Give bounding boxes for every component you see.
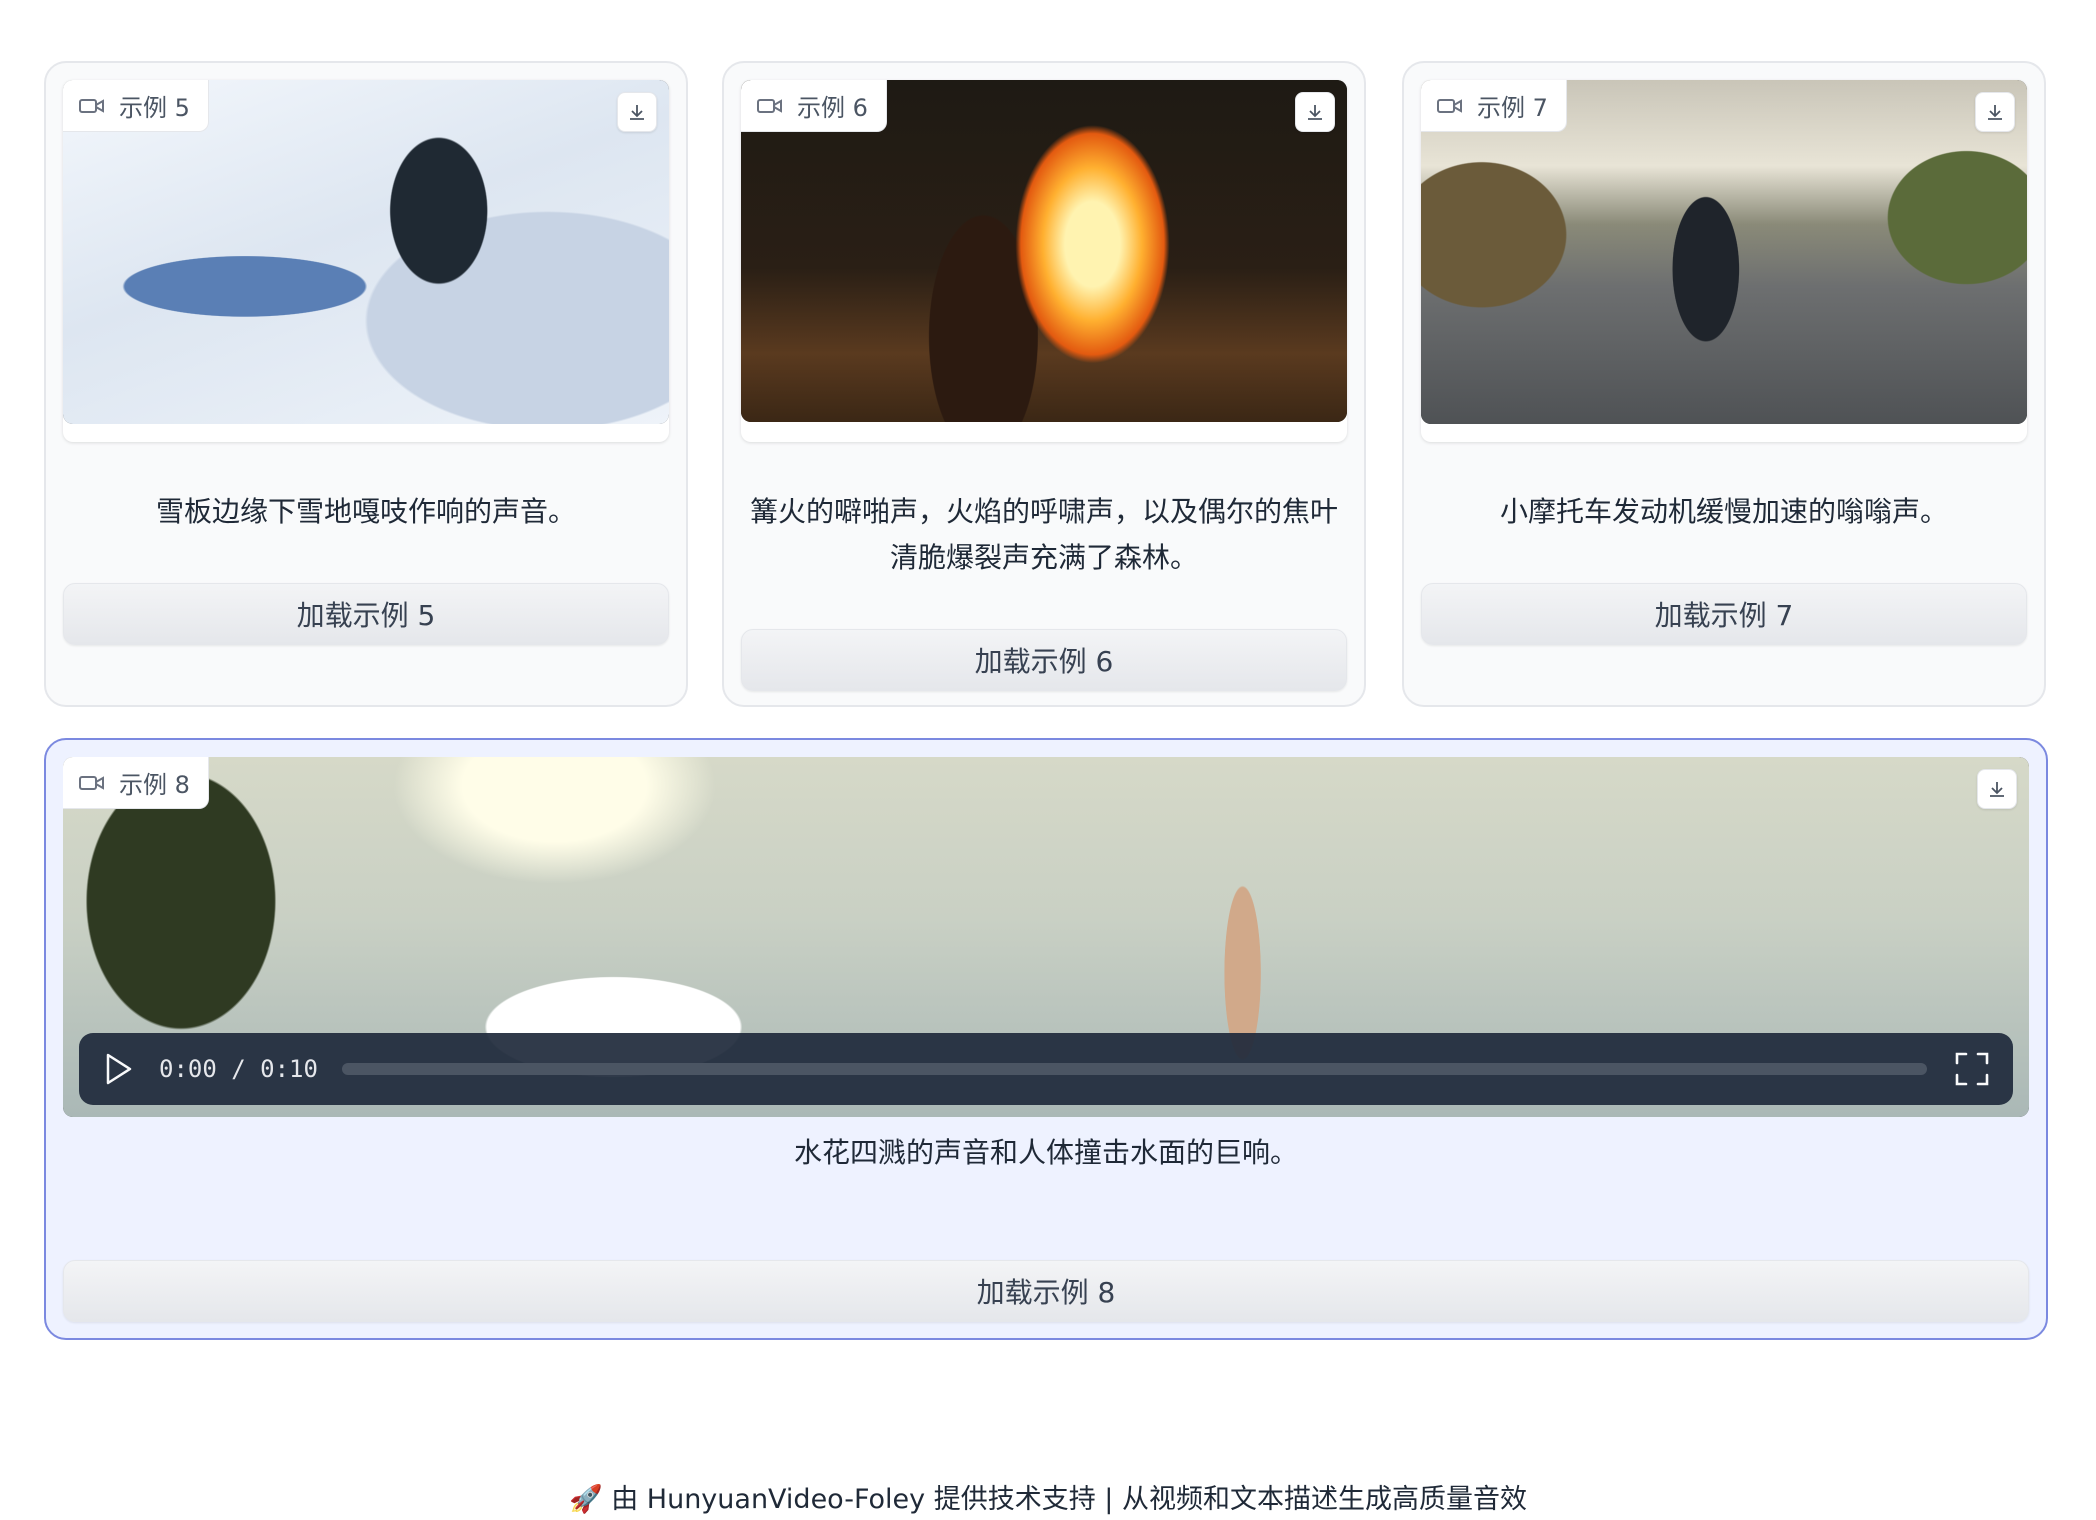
download-icon [1990,782,2004,797]
download-icon [630,105,644,120]
download-button[interactable] [1975,92,2015,132]
download-button[interactable] [1977,769,2017,809]
video-camera-icon [79,775,104,790]
download-icon [1308,105,1322,120]
download-button[interactable] [617,92,657,132]
fullscreen-icon[interactable] [1953,1050,1991,1088]
load-example-button[interactable]: 加载示例 8 [63,1260,2029,1322]
video-thumbnail[interactable]: 示例 7 [1421,80,2027,424]
example-label: 示例 8 [63,757,209,809]
play-icon[interactable] [101,1052,135,1086]
example-label: 示例 5 [63,80,209,132]
video-camera-icon [757,98,782,113]
video-thumbnail[interactable]: 示例 6 [741,80,1347,422]
example-caption: 雪板边缘下雪地嘎吱作响的声音。 [155,495,576,528]
example-card-8: 示例 8 0:00 / 0:10 水花四溅的声音和人体撞击水面的巨响。 加载示例… [44,738,2048,1340]
footer-text: 🚀 由 HunyuanVideo-Foley 提供技术支持 | 从视频和文本描述… [569,1484,1527,1515]
example-card-6: 示例 6 篝火的噼啪声，火焰的呼啸声，以及偶尔的焦叶清脆爆裂声充满了森林。 加载… [722,61,1366,707]
load-example-button[interactable]: 加载示例 7 [1421,583,2027,645]
video-player[interactable]: 示例 8 0:00 / 0:10 [63,757,2029,1117]
video-camera-icon [79,98,104,113]
load-example-button[interactable]: 加载示例 6 [741,629,1347,691]
example-label-text: 示例 6 [797,94,868,122]
example-caption: 小摩托车发动机缓慢加速的嗡嗡声。 [1499,495,1948,528]
example-label-text: 示例 8 [119,771,190,799]
example-caption: 篝火的噼啪声，火焰的呼啸声，以及偶尔的焦叶清脆爆裂声充满了森林。 [749,495,1338,574]
example-caption: 水花四溅的声音和人体撞击水面的巨响。 [793,1136,1298,1169]
load-example-button[interactable]: 加载示例 5 [63,583,669,645]
download-button[interactable] [1295,92,1335,132]
example-label: 示例 6 [741,80,887,132]
example-label-text: 示例 5 [119,94,190,122]
example-card-5: 示例 5 雪板边缘下雪地嘎吱作响的声音。 加载示例 5 [44,61,688,707]
video-controls: 0:00 / 0:10 [79,1033,2013,1105]
video-thumbnail[interactable]: 示例 5 [63,80,669,424]
video-time: 0:00 / 0:10 [159,1055,318,1083]
example-card-7: 示例 7 小摩托车发动机缓慢加速的嗡嗡声。 加载示例 7 [1402,61,2046,707]
video-camera-icon [1437,98,1462,113]
example-label: 示例 7 [1421,80,1567,132]
download-icon [1988,105,2002,120]
example-label-text: 示例 7 [1477,94,1548,122]
video-progress-bar[interactable] [341,1063,1927,1075]
